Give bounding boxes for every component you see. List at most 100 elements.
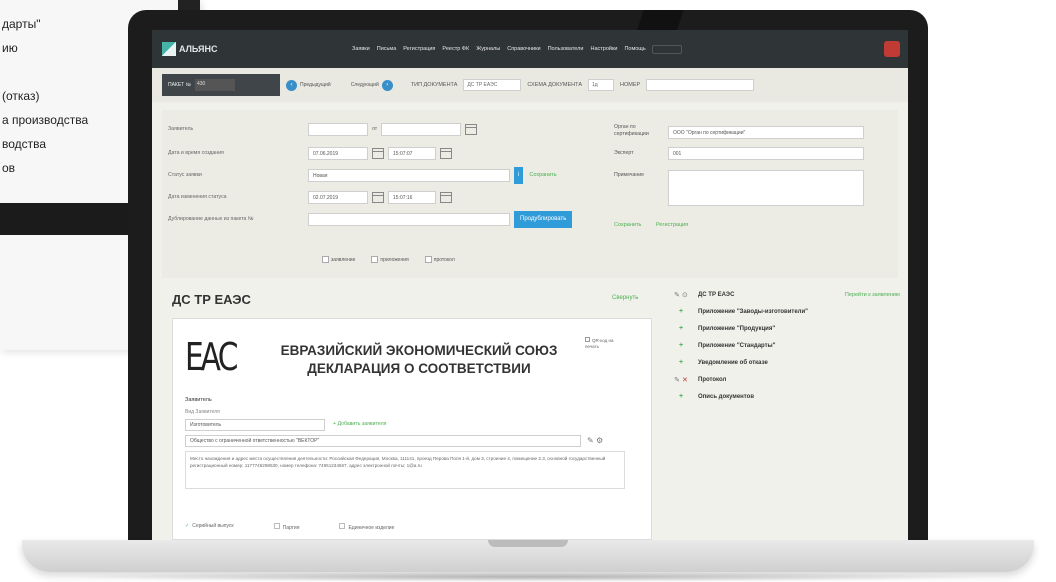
organ-label: Орган по сертификации — [614, 124, 649, 138]
duplicate-row: Дублирование данных из пакета № Продубли… — [162, 210, 573, 228]
arrow-left-icon: ‹ — [286, 79, 297, 91]
organization-select[interactable]: Общество с ограниченной ответственностью… — [185, 435, 581, 447]
radio-serial[interactable]: ✓ Серийный выпуск — [185, 523, 234, 531]
nav-item-reference[interactable]: Справочники — [507, 46, 540, 52]
checkbox-icon — [273, 523, 280, 529]
package-select[interactable]: 430 — [194, 79, 235, 91]
application-form: Заявитель от Дата и время создания 07.06… — [162, 110, 898, 278]
duplicate-select[interactable] — [308, 212, 510, 226]
previous-button[interactable]: ‹ Предыдущий — [286, 79, 331, 91]
next-label: Следующий — [350, 82, 379, 88]
tree-item-inventory[interactable]: + Опись документов — [664, 388, 900, 405]
declaration-heading-title: ДЕКЛАРАЦИЯ О СООТВЕТСТВИИ — [307, 361, 531, 376]
release-type-options: ✓ Серийный выпуск Партия Единичное издели… — [185, 523, 394, 531]
nav-item-zayavki[interactable]: Заявки — [352, 46, 370, 52]
go-to-application-link[interactable]: Перейти к заявлению — [845, 292, 900, 298]
checkbox-application[interactable]: заявление — [322, 256, 355, 263]
doc-number-label: НОМЕР — [620, 82, 641, 88]
radio-batch[interactable]: Партия — [273, 523, 299, 531]
app-logo[interactable]: АЛЬЯНС — [162, 42, 322, 56]
status-select[interactable]: Новая — [308, 168, 510, 182]
checkbox-icon — [339, 523, 346, 529]
main-nav: Заявки Письма Регистрация Реестр ФК Журн… — [352, 46, 646, 52]
collapse-link[interactable]: Свернуть — [612, 295, 638, 301]
tree-item-icon: ✎ ⊙ — [664, 291, 698, 299]
organ-field[interactable]: ООО "Орган по сертификации" — [668, 126, 864, 139]
expert-select[interactable]: 001 — [668, 147, 864, 160]
applicant-kind-select[interactable]: Изготовитель — [185, 419, 325, 431]
pencil-icon[interactable]: ✎ — [674, 291, 680, 299]
stage: дарты" ию (отказ) а производства водства… — [0, 0, 1056, 582]
clock-icon[interactable] — [440, 147, 452, 159]
qr-print-checkbox[interactable]: QR-код на печать — [585, 337, 625, 350]
pencil-icon[interactable]: ✎ — [674, 376, 680, 384]
tree-item-label: Приложение "Продукция" — [698, 325, 776, 332]
nav-item-registry[interactable]: Реестр ФК — [442, 46, 469, 52]
address-textarea[interactable]: Место нахождения и адрес места осуществл… — [185, 451, 625, 489]
plus-icon[interactable]: + — [664, 325, 698, 332]
plus-icon[interactable]: + — [664, 393, 698, 400]
nav-item-journals[interactable]: Журналы — [476, 46, 500, 52]
clock-icon[interactable] — [440, 191, 452, 203]
radio-single[interactable]: Единичное изделие — [339, 523, 394, 531]
nav-item-users[interactable]: Пользователи — [548, 46, 584, 52]
created-time-input[interactable]: 15:07:07 — [388, 146, 436, 160]
nav-item-help[interactable]: Помощь — [624, 46, 645, 52]
checkbox-protocol[interactable]: протокол — [425, 256, 455, 263]
pencil-icon[interactable]: ✎ — [587, 436, 594, 445]
declaration-heading-union: ЕВРАЗИЙСКИЙ ЭКОНОМИЧЕСКИЙ СОЮЗ — [280, 343, 558, 358]
declaration-card: ЕАС ЕВРАЗИЙСКИЙ ЭКОНОМИЧЕСКИЙ СОЮЗ ДЕКЛА… — [172, 318, 652, 540]
gear-icon[interactable]: ⚙ — [596, 436, 603, 445]
save-link[interactable]: Сохранить — [614, 222, 641, 228]
save-status-link[interactable]: Сохранить — [529, 172, 556, 178]
nav-item-pisma[interactable]: Письма — [377, 46, 396, 52]
doc-number-field[interactable] — [646, 79, 755, 91]
tree-item-declaration[interactable]: ✎ ⊙ ДС ТР ЕАЭС Перейти к заявлению — [664, 286, 900, 303]
nav-item-registration[interactable]: Регистрация — [403, 46, 435, 52]
tree-item-label: Приложение "Заводы-изготовители" — [698, 308, 809, 315]
print-icon[interactable]: ⊙ — [682, 291, 688, 299]
checkbox-attachments[interactable]: приложения — [371, 256, 408, 263]
previous-label: Предыдущий — [300, 82, 331, 88]
add-applicant-link[interactable]: + Добавить заявителя — [333, 421, 386, 427]
applicant-date-input[interactable] — [381, 122, 462, 136]
tree-item-protocol[interactable]: ✎ ✕ Протокол — [664, 371, 900, 388]
doc-scheme-field[interactable]: 1д — [588, 79, 614, 91]
package-label: ПАКЕТ № — [168, 82, 191, 88]
doc-type-field[interactable]: ДС ТР ЕАЭС — [463, 79, 522, 91]
checkmark-icon: ✓ — [185, 523, 190, 529]
plus-icon[interactable]: + — [664, 308, 698, 315]
document-tree: ✎ ⊙ ДС ТР ЕАЭС Перейти к заявлению + Прил… — [664, 286, 900, 405]
created-label: Дата и время создания — [168, 150, 224, 156]
tree-item-label: ДС ТР ЕАЭС — [698, 291, 735, 298]
info-icon[interactable]: i — [514, 166, 524, 184]
created-date-input[interactable]: 07.06.2019 — [308, 146, 368, 160]
reproduce-button[interactable]: Продублировать — [514, 210, 573, 228]
calendar-icon[interactable] — [372, 191, 384, 203]
expert-label: Эксперт — [614, 150, 634, 156]
tree-item-refusal[interactable]: + Уведомление об отказе — [664, 354, 900, 371]
status-changed-date-input[interactable]: 02.07.2019 — [308, 190, 368, 204]
nav-search-input[interactable] — [651, 44, 682, 54]
calendar-icon[interactable] — [372, 147, 384, 159]
plus-icon[interactable]: + — [664, 359, 698, 366]
tree-item-products[interactable]: + Приложение "Продукция" — [664, 320, 900, 337]
tree-item-standards[interactable]: + Приложение "Стандарты" — [664, 337, 900, 354]
tree-item-icon: ✎ ✕ — [664, 376, 698, 384]
tree-item-factories[interactable]: + Приложение "Заводы-изготовители" — [664, 303, 900, 320]
laptop-base — [22, 540, 1034, 572]
delete-icon[interactable]: ✕ — [682, 376, 688, 384]
package-filter-row: ПАКЕТ № 430 ‹ Предыдущий Следующий › ТИП… — [152, 68, 908, 102]
logout-icon[interactable] — [884, 41, 900, 57]
tree-item-label: Приложение "Стандарты" — [698, 342, 776, 349]
registration-link[interactable]: Регистрация — [656, 222, 688, 228]
plus-icon[interactable]: + — [664, 342, 698, 349]
nav-item-settings[interactable]: Настройки — [590, 46, 617, 52]
status-changed-time-input[interactable]: 15:07:16 — [388, 190, 436, 204]
next-button[interactable]: Следующий › — [350, 79, 393, 91]
created-row: Дата и время создания 07.06.2019 15:07:0… — [162, 146, 456, 160]
status-row: Статус заявки Новая i Сохранить — [162, 166, 557, 184]
applicant-input[interactable] — [308, 122, 368, 136]
calendar-icon[interactable] — [465, 123, 478, 135]
note-textarea[interactable] — [668, 170, 864, 206]
